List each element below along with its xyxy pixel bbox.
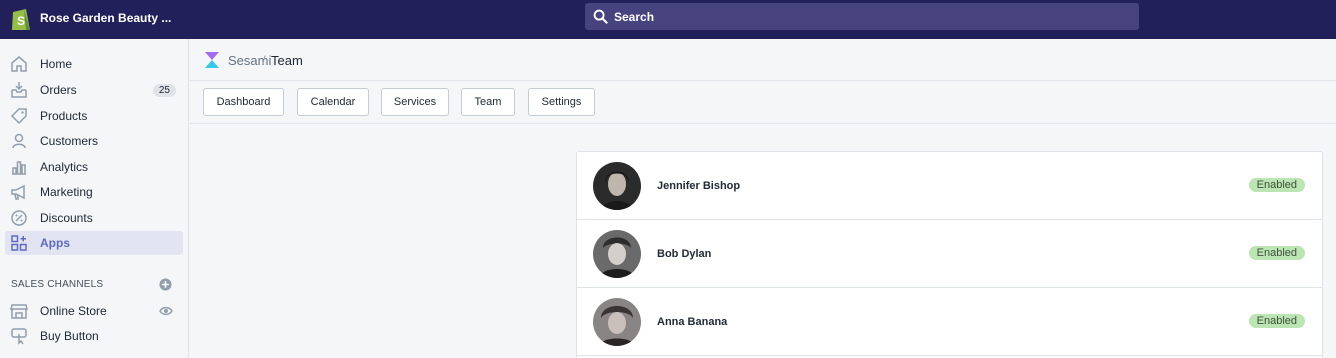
sesami-logo-icon bbox=[205, 52, 219, 68]
tab-team[interactable]: Team bbox=[461, 88, 515, 116]
sidebar: Home Orders 25 Products Customers Analyt… bbox=[0, 39, 189, 358]
tag-icon bbox=[10, 108, 27, 125]
sidebar-item-apps[interactable]: Apps bbox=[5, 231, 183, 255]
team-member-name: Jennifer Bishop bbox=[657, 180, 741, 192]
team-member-row[interactable]: Anna Banana Enabled bbox=[577, 288, 1322, 356]
tab-services[interactable]: Services bbox=[381, 88, 449, 116]
team-member-name: Anna Banana bbox=[657, 316, 728, 328]
team-member-row[interactable]: Jennifer Bishop Enabled bbox=[577, 152, 1322, 220]
status-badge: Enabled bbox=[1248, 178, 1305, 192]
eye-icon[interactable] bbox=[159, 304, 173, 318]
sidebar-item-label: Apps bbox=[40, 236, 70, 250]
home-icon bbox=[11, 56, 27, 72]
orders-count-badge: 25 bbox=[152, 84, 176, 97]
breadcrumb: Sesami / Team bbox=[190, 39, 1336, 81]
sidebar-item-label: Home bbox=[40, 57, 73, 71]
svg-text:S: S bbox=[17, 14, 25, 28]
breadcrumb-separator: / bbox=[262, 53, 266, 68]
sidebar-item-label: Products bbox=[40, 109, 88, 123]
tab-settings[interactable]: Settings bbox=[528, 88, 595, 116]
status-badge: Enabled bbox=[1248, 314, 1305, 328]
person-icon bbox=[12, 133, 26, 149]
search-icon bbox=[593, 9, 608, 24]
sidebar-item-marketing[interactable]: Marketing bbox=[5, 180, 183, 204]
sidebar-item-products[interactable]: Products bbox=[5, 104, 183, 128]
bar-chart-icon bbox=[12, 161, 26, 175]
avatar bbox=[593, 230, 641, 278]
discount-icon bbox=[11, 210, 27, 226]
sidebar-item-home[interactable]: Home bbox=[5, 52, 183, 76]
sidebar-item-label: Buy Button bbox=[40, 329, 99, 343]
top-bar: S Rose Garden Beauty ... Search bbox=[0, 0, 1336, 39]
sidebar-item-label: Customers bbox=[40, 134, 99, 148]
sidebar-item-discounts[interactable]: Discounts bbox=[5, 206, 183, 230]
avatar bbox=[593, 162, 641, 210]
search-bar[interactable]: Search bbox=[585, 3, 1139, 30]
megaphone-icon bbox=[11, 184, 25, 200]
tab-calendar[interactable]: Calendar bbox=[297, 88, 369, 116]
orders-icon bbox=[11, 82, 27, 98]
store-name[interactable]: Rose Garden Beauty ... bbox=[40, 11, 171, 25]
status-badge: Enabled bbox=[1248, 246, 1305, 260]
sidebar-item-label: Online Store bbox=[40, 304, 107, 318]
apps-icon bbox=[11, 235, 27, 251]
team-member-name: Bob Dylan bbox=[657, 248, 712, 260]
buy-button-icon bbox=[11, 328, 27, 345]
sidebar-item-buy-button[interactable]: Buy Button bbox=[5, 324, 183, 348]
sidebar-item-label: Marketing bbox=[40, 185, 93, 199]
page-title: Team bbox=[271, 53, 303, 68]
sidebar-item-orders[interactable]: Orders 25 bbox=[5, 78, 183, 102]
add-sales-channel-icon[interactable] bbox=[159, 278, 172, 291]
team-list-card: Jennifer Bishop Enabled Bob Dylan Enable… bbox=[576, 151, 1323, 358]
tab-dashboard[interactable]: Dashboard bbox=[203, 88, 284, 116]
sidebar-item-label: Analytics bbox=[40, 160, 89, 174]
sidebar-item-customers[interactable]: Customers bbox=[5, 129, 183, 153]
sidebar-item-label: Orders bbox=[40, 83, 77, 97]
team-member-row[interactable]: Bob Dylan Enabled bbox=[577, 220, 1322, 288]
store-icon bbox=[10, 304, 28, 319]
tab-bar: Dashboard Calendar Services Team Setting… bbox=[190, 81, 1336, 124]
sidebar-item-label: Discounts bbox=[40, 211, 93, 225]
sidebar-item-online-store[interactable]: Online Store bbox=[5, 299, 183, 323]
shopify-logo-icon[interactable]: S bbox=[10, 6, 32, 32]
sidebar-item-analytics[interactable]: Analytics bbox=[5, 155, 183, 179]
avatar bbox=[593, 298, 641, 346]
sales-channels-heading: SALES CHANNELS bbox=[11, 279, 104, 290]
search-input[interactable]: Search bbox=[614, 10, 654, 24]
